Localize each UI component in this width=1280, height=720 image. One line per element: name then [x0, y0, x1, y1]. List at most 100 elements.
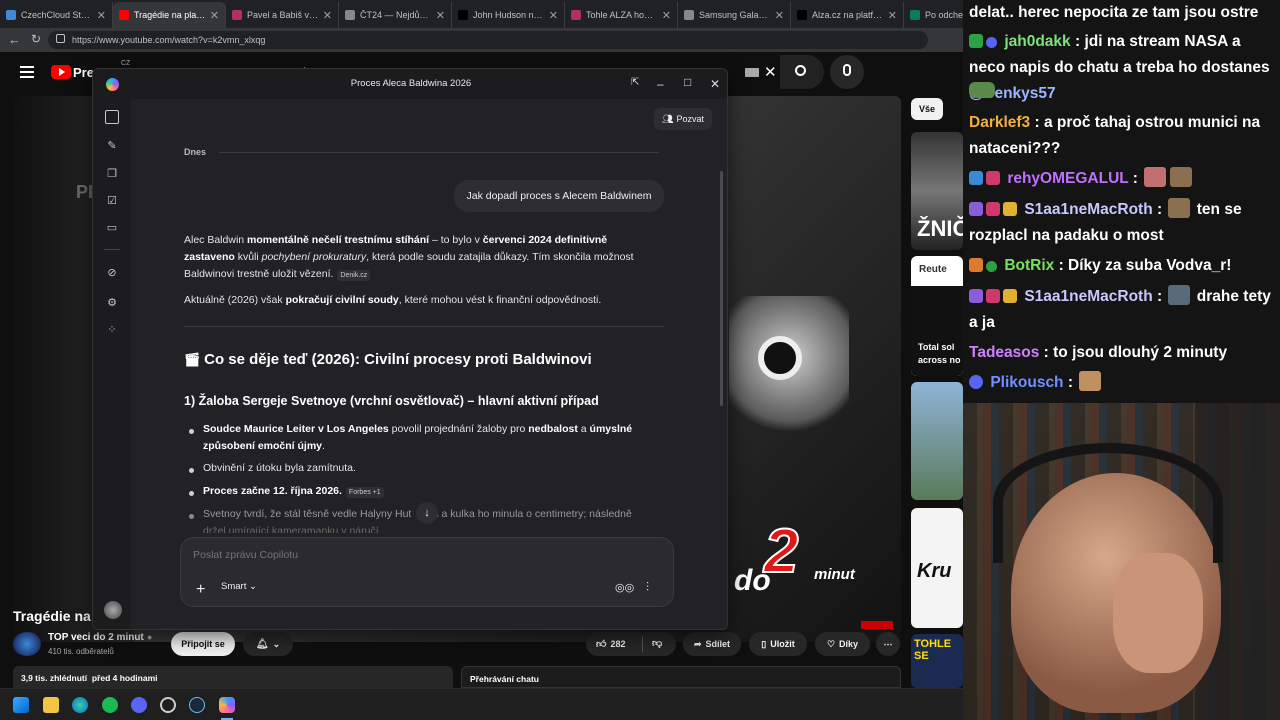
tab-close-icon[interactable]: ✕: [662, 9, 671, 22]
suggested-video-thumbnail[interactable]: Reute Total sol across no: [911, 256, 963, 376]
source-chip[interactable]: Denik.cz: [337, 270, 371, 281]
sidebar-toggle-icon[interactable]: [105, 110, 119, 124]
chat-username[interactable]: S1aa1neMacRoth: [1024, 201, 1152, 218]
tab-favicon-icon: [797, 10, 807, 20]
search-button[interactable]: [780, 55, 824, 89]
history-icon[interactable]: ⊘: [105, 265, 119, 279]
reload-icon[interactable]: ↻: [31, 32, 41, 46]
popout-icon[interactable]: ⇱: [631, 77, 639, 88]
chat-username[interactable]: Plikousch: [990, 374, 1063, 391]
clear-search-icon[interactable]: ✕: [764, 63, 777, 81]
stream-chat-overlay: delat.. herec nepocita ze tam jsou ostre…: [963, 0, 1280, 403]
scroll-down-button[interactable]: ↓: [416, 502, 438, 524]
browser-tab[interactable]: Alza.cz na platformě ✕: [791, 2, 904, 28]
share-button[interactable]: ➦ Sdílet: [683, 632, 741, 656]
vision-icon[interactable]: ◎◎: [615, 581, 634, 594]
chevron-down-icon: ⌄: [248, 581, 257, 592]
browser-tab[interactable]: Samsung Galaxy S26 ✕: [678, 2, 791, 28]
tab-close-icon[interactable]: ✕: [775, 9, 784, 22]
browser-tab[interactable]: Tohle ALZA hodně p ✕: [565, 2, 678, 28]
chat-message: Tadeasos : to jsou dlouhý 2 minuty: [969, 344, 1228, 361]
copilot-titlebar[interactable]: Proces Aleca Baldwina 2026 ⇱ – □ ✕: [93, 69, 727, 99]
steam-icon[interactable]: [189, 697, 205, 713]
reuters-label: Reute: [919, 264, 947, 275]
user-avatar[interactable]: [104, 601, 122, 619]
menu-icon[interactable]: [20, 66, 34, 78]
tab-close-icon[interactable]: ✕: [323, 9, 332, 22]
message-input[interactable]: [193, 546, 653, 564]
verified-badge-icon: [986, 261, 997, 272]
save-button[interactable]: ▯ Uložit: [749, 632, 807, 656]
tab-close-icon[interactable]: ✕: [97, 9, 106, 22]
chat-username[interactable]: Darklef3: [969, 114, 1030, 131]
apps-icon[interactable]: ⁘: [105, 322, 119, 336]
suggested-video-thumbnail[interactable]: [911, 382, 963, 500]
voice-wave-icon[interactable]: ⫶: [646, 580, 649, 595]
bullet-1-cont: způsobení emoční újmy.: [203, 440, 325, 452]
tab-title: Pavel a Babiš v Ankar: [247, 10, 319, 20]
tab-close-icon[interactable]: ✕: [549, 9, 558, 22]
close-button[interactable]: ✕: [710, 77, 720, 91]
chat-username[interactable]: Tadeasos: [969, 344, 1039, 361]
site-info-icon[interactable]: [56, 34, 65, 43]
new-chat-icon[interactable]: ✎: [105, 138, 119, 152]
like-count[interactable]: 282: [610, 639, 625, 649]
reuters-card: Total sol across no: [911, 286, 963, 376]
source-chip[interactable]: Forbes +1: [345, 487, 384, 498]
thanks-button[interactable]: ♡ Díky: [815, 632, 870, 656]
browser-tab[interactable]: Tragédie na place: Fil ✕: [113, 2, 226, 28]
settings-icon[interactable]: ⚙: [105, 295, 119, 309]
chat-username[interactable]: rehyOMEGALUL: [1007, 170, 1128, 187]
browser-tab[interactable]: Po odche: [904, 2, 963, 28]
discord-icon[interactable]: [131, 697, 147, 713]
tasks-icon[interactable]: ☑: [105, 193, 119, 207]
dislike-icon[interactable]: 👎︎: [652, 637, 662, 649]
copilot-taskbar-icon[interactable]: [219, 697, 235, 713]
keyboard-icon[interactable]: [745, 68, 759, 77]
voice-search-button[interactable]: [830, 55, 864, 89]
overlay-minut: minut: [814, 566, 855, 583]
suggested-video-thumbnail[interactable]: Kru: [911, 508, 963, 628]
tab-close-icon[interactable]: ✕: [436, 9, 445, 22]
minimize-button[interactable]: –: [657, 77, 664, 91]
more-actions-button[interactable]: ⋯: [876, 632, 900, 656]
join-button[interactable]: Připojit se: [171, 632, 235, 656]
suggested-video-thumbnail[interactable]: TOHLE SE: [911, 634, 963, 688]
windows-start-icon[interactable]: [13, 697, 29, 713]
chat-username[interactable]: jah0dakk: [1004, 33, 1070, 50]
spotify-icon[interactable]: [102, 697, 118, 713]
edge-icon[interactable]: [72, 697, 88, 713]
channel-avatar[interactable]: [13, 632, 41, 656]
tab-close-icon[interactable]: ✕: [888, 9, 897, 22]
chat-username[interactable]: S1aa1neMacRoth: [1024, 288, 1152, 305]
chat-username[interactable]: BotRix: [1004, 257, 1054, 274]
folder-icon[interactable]: ▭: [105, 220, 119, 234]
chat-message: BotRix : Díky za suba Vodva_r!: [969, 253, 1274, 279]
tab-close-icon[interactable]: ✕: [210, 9, 219, 22]
scrollbar-thumb[interactable]: [720, 171, 723, 406]
url-field[interactable]: https://www.youtube.com/watch?v=k2vmn_xl…: [48, 31, 928, 49]
browser-tab[interactable]: John Hudson na plat ✕: [452, 2, 565, 28]
obs-icon[interactable]: [160, 697, 176, 713]
browser-tab[interactable]: Pavel a Babiš v Ankar ✕: [226, 2, 339, 28]
copy-icon[interactable]: ❐: [105, 166, 119, 180]
invite-button[interactable]: 👥︎ Pozvat: [654, 108, 712, 130]
invite-label: Pozvat: [676, 114, 704, 124]
tab-favicon-icon: [6, 10, 16, 20]
browser-tab[interactable]: ČT24 — Nejdůvěryhodn ✕: [339, 2, 452, 28]
user-message-bubble: Jak dopadl proces s Alecem Baldwinem: [454, 180, 664, 212]
suggested-video-thumbnail[interactable]: ŽNIČ: [911, 132, 963, 250]
browser-tab[interactable]: CzechCloud Stream ✕: [0, 2, 113, 28]
maximize-button[interactable]: □: [684, 75, 691, 89]
add-attachment-icon[interactable]: +: [196, 581, 205, 599]
mode-selector[interactable]: Smart ⌄: [221, 581, 257, 592]
like-icon[interactable]: 👍︎: [596, 638, 606, 650]
notification-bell-button[interactable]: 🔔︎ ⌄: [243, 632, 293, 656]
channel-name[interactable]: TOP veci do 2 minut: [48, 632, 144, 643]
description-box[interactable]: 3,9 tis. zhlédnutí před 4 hodinami: [13, 666, 453, 688]
youtube-logo-icon[interactable]: [51, 65, 71, 79]
file-explorer-icon[interactable]: [43, 697, 59, 713]
filter-chip-all[interactable]: Vše: [911, 98, 943, 120]
back-arrow-icon[interactable]: ←: [8, 32, 21, 47]
chat-replay-box[interactable]: Přehrávání chatu: [461, 666, 901, 688]
